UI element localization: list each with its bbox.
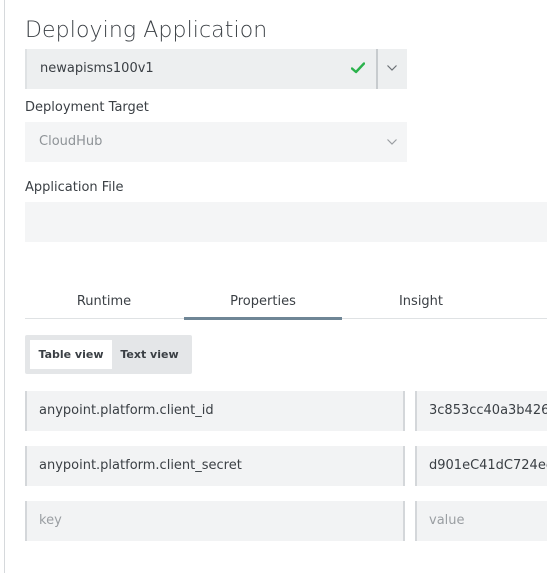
application-file-label: Application File bbox=[25, 180, 124, 195]
new-value-input[interactable]: value bbox=[415, 501, 547, 541]
property-value-field[interactable]: d901eC41dC724ee bbox=[415, 446, 547, 486]
column-divider bbox=[403, 501, 405, 541]
new-key-placeholder: key bbox=[39, 513, 62, 528]
property-value-text: d901eC41dC724ee bbox=[429, 458, 547, 473]
application-select[interactable]: newapisms100v1 bbox=[25, 49, 376, 89]
deployment-target-select[interactable]: CloudHub bbox=[25, 122, 407, 162]
deployment-target-label: Deployment Target bbox=[25, 100, 149, 115]
application-file-input[interactable] bbox=[25, 202, 547, 242]
property-key-field[interactable]: anypoint.platform.client_id bbox=[25, 391, 403, 431]
view-toggle: Table view Text view bbox=[25, 335, 192, 374]
property-value-field[interactable]: 3c853cc40a3b4262 bbox=[415, 391, 547, 431]
tab-properties[interactable]: Properties bbox=[184, 294, 342, 318]
active-tab-indicator bbox=[184, 317, 342, 320]
application-dropdown-button[interactable] bbox=[376, 49, 407, 89]
check-icon bbox=[351, 62, 365, 74]
property-key-text: anypoint.platform.client_id bbox=[39, 403, 214, 418]
tab-insight[interactable]: Insight bbox=[342, 294, 500, 318]
table-view-button[interactable]: Table view bbox=[30, 340, 112, 369]
column-divider bbox=[403, 446, 405, 486]
new-key-input[interactable]: key bbox=[25, 501, 403, 541]
tab-runtime[interactable]: Runtime bbox=[25, 294, 183, 318]
property-value-text: 3c853cc40a3b4262 bbox=[429, 403, 547, 418]
panel-left-border bbox=[4, 0, 5, 573]
property-key-field[interactable]: anypoint.platform.client_secret bbox=[25, 446, 403, 486]
application-select-value: newapisms100v1 bbox=[40, 61, 154, 76]
new-value-placeholder: value bbox=[429, 513, 465, 528]
page-title: Deploying Application bbox=[25, 18, 268, 43]
text-view-button[interactable]: Text view bbox=[112, 340, 187, 369]
deployment-target-value: CloudHub bbox=[39, 134, 103, 149]
column-divider bbox=[403, 391, 405, 431]
property-key-text: anypoint.platform.client_secret bbox=[39, 458, 242, 473]
chevron-down-icon bbox=[387, 65, 397, 71]
chevron-down-icon bbox=[387, 139, 397, 145]
